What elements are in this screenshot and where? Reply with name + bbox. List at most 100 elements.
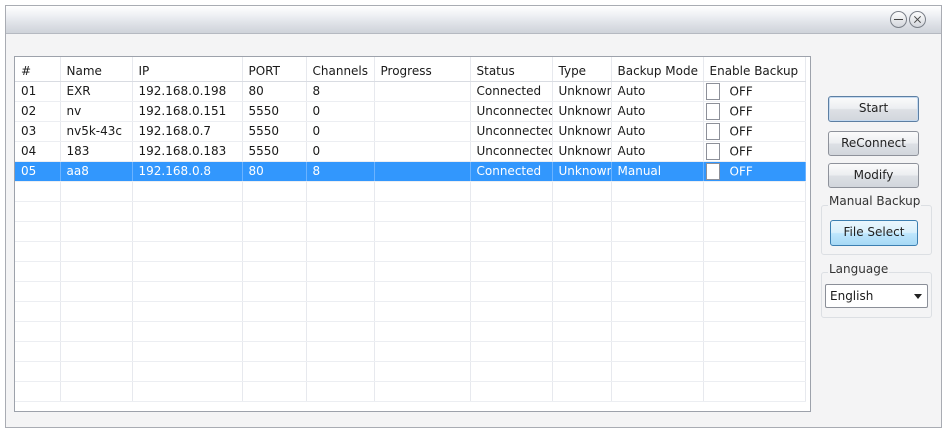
col-header-type[interactable]: Type — [552, 57, 612, 82]
cell-num: 05 — [15, 161, 61, 182]
cell-num: 02 — [15, 101, 61, 122]
cell-backup-mode: Auto — [611, 81, 704, 102]
enable-backup-label: OFF — [729, 104, 753, 118]
cell-progress — [374, 121, 471, 142]
cell-type: Unknown — [552, 141, 612, 162]
modify-button[interactable]: Modify — [828, 163, 919, 188]
cell-enable-backup: OFF — [703, 141, 806, 162]
cell-port: 5550 — [242, 141, 307, 162]
cell-enable-backup: OFF — [703, 101, 806, 122]
enable-backup-label: OFF — [729, 144, 753, 158]
cell-type: Unknown — [552, 81, 612, 102]
cell-num: 04 — [15, 141, 61, 162]
cell-status: Unconnected — [470, 121, 553, 142]
table-row-selected[interactable]: 05 aa8 192.168.0.8 80 8 Connected Unknow… — [15, 161, 806, 182]
empty-row — [15, 301, 806, 322]
cell-type: Unknown — [552, 121, 612, 142]
cell-port: 5550 — [242, 101, 307, 122]
cell-channels: 0 — [306, 121, 375, 142]
language-label: Language — [828, 262, 890, 276]
start-button[interactable]: Start — [828, 96, 919, 122]
cell-name: nv — [60, 101, 133, 122]
cell-progress — [374, 141, 471, 162]
empty-row — [15, 261, 806, 282]
cell-status: Connected — [470, 81, 553, 102]
cell-status: Connected — [470, 161, 553, 182]
empty-row — [15, 321, 806, 342]
file-select-button[interactable]: File Select — [830, 220, 918, 246]
empty-row — [15, 201, 806, 222]
empty-row — [15, 381, 806, 402]
cell-enable-backup: OFF — [703, 161, 806, 182]
cell-channels: 8 — [306, 81, 375, 102]
enable-backup-label: OFF — [729, 164, 753, 178]
device-table-grid: # Name IP PORT Channels Progress Status … — [15, 57, 806, 402]
device-table[interactable]: # Name IP PORT Channels Progress Status … — [14, 56, 811, 412]
empty-row — [15, 281, 806, 302]
cell-port: 5550 — [242, 121, 307, 142]
cell-backup-mode: Manual — [611, 161, 704, 182]
empty-row — [15, 341, 806, 362]
minimize-icon[interactable] — [890, 11, 907, 28]
enable-backup-checkbox[interactable] — [705, 162, 720, 180]
language-select[interactable]: English — [825, 284, 928, 308]
cell-channels: 8 — [306, 161, 375, 182]
cell-type: Unknown — [552, 161, 612, 182]
cell-progress — [374, 161, 471, 182]
col-header-backup-mode[interactable]: Backup Mode — [611, 57, 704, 82]
enable-backup-checkbox[interactable] — [705, 102, 720, 120]
cell-progress — [374, 81, 471, 102]
empty-row — [15, 221, 806, 242]
manual-backup-label: Manual Backup — [828, 194, 922, 208]
cell-num: 03 — [15, 121, 61, 142]
col-header-ip[interactable]: IP — [132, 57, 243, 82]
close-icon[interactable] — [909, 11, 926, 28]
chevron-down-icon — [914, 294, 922, 299]
cell-port: 80 — [242, 161, 307, 182]
enable-backup-label: OFF — [729, 124, 753, 138]
cell-name: EXR — [60, 81, 133, 102]
cell-enable-backup: OFF — [703, 121, 806, 142]
empty-row — [15, 241, 806, 262]
empty-row — [15, 181, 806, 202]
cell-name: nv5k-43c — [60, 121, 133, 142]
col-header-channels[interactable]: Channels — [306, 57, 375, 82]
cell-enable-backup: OFF — [703, 81, 806, 102]
title-bar — [6, 6, 941, 34]
cell-backup-mode: Auto — [611, 121, 704, 142]
enable-backup-checkbox[interactable] — [705, 122, 720, 140]
col-header-num[interactable]: # — [15, 57, 61, 82]
cell-type: Unknown — [552, 101, 612, 122]
enable-backup-label: OFF — [729, 84, 753, 98]
col-header-progress[interactable]: Progress — [374, 57, 471, 82]
table-row[interactable]: 04 183 192.168.0.183 5550 0 Unconnected … — [15, 141, 806, 162]
cell-num: 01 — [15, 81, 61, 102]
cell-ip: 192.168.0.151 — [132, 101, 243, 122]
cell-status: Unconnected — [470, 141, 553, 162]
cell-progress — [374, 101, 471, 122]
enable-backup-checkbox[interactable] — [705, 142, 720, 160]
col-header-name[interactable]: Name — [60, 57, 133, 82]
cell-backup-mode: Auto — [611, 101, 704, 122]
cell-backup-mode: Auto — [611, 141, 704, 162]
cell-ip: 192.168.0.183 — [132, 141, 243, 162]
cell-ip: 192.168.0.8 — [132, 161, 243, 182]
table-header-row: # Name IP PORT Channels Progress Status … — [15, 57, 806, 82]
language-select-value: English — [830, 289, 874, 303]
col-header-enable-backup[interactable]: Enable Backup — [703, 57, 806, 82]
table-row[interactable]: 02 nv 192.168.0.151 5550 0 Unconnected U… — [15, 101, 806, 122]
reconnect-button[interactable]: ReConnect — [828, 131, 919, 156]
empty-row — [15, 361, 806, 382]
col-header-port[interactable]: PORT — [242, 57, 307, 82]
table-row[interactable]: 03 nv5k-43c 192.168.0.7 5550 0 Unconnect… — [15, 121, 806, 142]
cell-name: aa8 — [60, 161, 133, 182]
enable-backup-checkbox[interactable] — [705, 82, 720, 100]
cell-channels: 0 — [306, 141, 375, 162]
cell-status: Unconnected — [470, 101, 553, 122]
cell-channels: 0 — [306, 101, 375, 122]
table-row[interactable]: 01 EXR 192.168.0.198 80 8 Connected Unkn… — [15, 81, 806, 102]
cell-name: 183 — [60, 141, 133, 162]
table-body: 01 EXR 192.168.0.198 80 8 Connected Unkn… — [15, 81, 806, 402]
cell-port: 80 — [242, 81, 307, 102]
col-header-status[interactable]: Status — [470, 57, 553, 82]
